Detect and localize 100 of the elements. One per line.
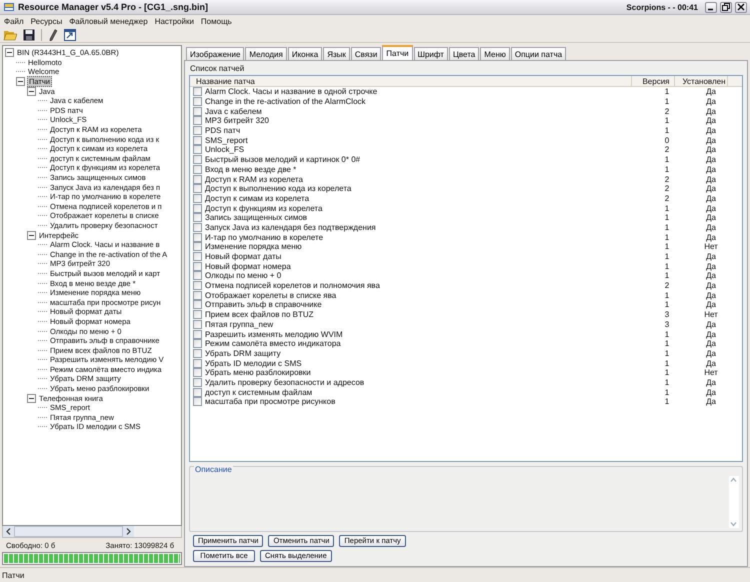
checkbox[interactable]	[193, 213, 202, 222]
pencil-icon[interactable]	[48, 28, 58, 40]
checkbox[interactable]	[193, 368, 202, 378]
patch-name: Доступ к RAM из корелета	[205, 174, 303, 184]
checkbox[interactable]	[193, 242, 202, 252]
vertical-scrollbar[interactable]	[729, 476, 739, 528]
caption-text: Scorpions - - 00:41	[626, 2, 698, 12]
scroll-right-icon[interactable]	[126, 528, 131, 535]
scroll-up-icon[interactable]	[729, 476, 738, 484]
patch-name: Change in the re-activation of the AlarmClock	[205, 97, 366, 106]
version-cell: 1	[664, 378, 670, 387]
version-cell: 1	[664, 222, 670, 232]
checkbox[interactable]	[193, 97, 202, 106]
menu-item[interactable]: Файл	[4, 16, 24, 26]
installed-cell: Да	[706, 330, 716, 339]
installed-cell: Да	[706, 378, 716, 387]
version-cell: 2	[664, 145, 670, 154]
column-header[interactable]: Версия	[632, 76, 675, 86]
version-cell: 1	[664, 271, 670, 280]
version-cell: 1	[664, 155, 670, 164]
checkbox[interactable]	[193, 271, 202, 280]
version-cell: 1	[664, 330, 670, 339]
patch-name: PDS патч	[205, 126, 240, 136]
menu-item[interactable]: Файловый менеджер	[69, 16, 148, 26]
version-cell: 1	[664, 126, 670, 136]
checkbox[interactable]	[193, 232, 202, 242]
version-cell: 1	[664, 290, 670, 300]
checkbox[interactable]	[193, 155, 202, 164]
save-icon[interactable]	[23, 28, 35, 40]
column-header[interactable]: Установлен	[675, 76, 728, 86]
tab[interactable]: Связи	[350, 47, 382, 60]
tab[interactable]: Меню	[480, 47, 510, 60]
checkbox[interactable]	[193, 378, 202, 387]
collapse-icon[interactable]	[27, 394, 36, 403]
checkbox[interactable]	[193, 145, 202, 154]
version-cell: 1	[664, 252, 670, 262]
patch-name: Быстрый вызов мелодий и картинок 0* 0#	[205, 155, 360, 164]
checkbox[interactable]	[193, 204, 202, 213]
menu-item[interactable]: Ресурсы	[30, 16, 62, 26]
tab[interactable]: Язык	[323, 47, 350, 60]
checkbox[interactable]	[193, 290, 202, 300]
tab[interactable]: Патчи	[382, 45, 413, 60]
checkbox[interactable]	[193, 339, 202, 348]
patch-name: Отмена подписей корелетов и полномочия ява	[205, 281, 380, 290]
patch-name: И-тар по умолчанию в корелете	[205, 232, 324, 242]
scroll-down-icon[interactable]	[729, 520, 738, 528]
checkbox[interactable]	[193, 348, 202, 358]
patch-name: Отправить эльф в справочнике	[205, 300, 322, 310]
patch-name: Доступ к симам из корелета	[205, 194, 310, 203]
tab[interactable]: Опции патча	[510, 47, 566, 60]
checkbox[interactable]	[193, 136, 202, 145]
patch-name: Вход в меню везде две *	[205, 164, 296, 174]
checkbox[interactable]	[193, 397, 202, 406]
version-cell: 0	[664, 136, 670, 145]
patch-name: Убрать меню разблокировки	[205, 368, 311, 378]
version-cell: 1	[664, 87, 670, 96]
version-cell: 1	[664, 262, 670, 271]
checkbox[interactable]	[193, 184, 202, 194]
tab[interactable]: Цвета	[448, 47, 480, 60]
column-header[interactable]: Название патча	[190, 76, 632, 86]
checkbox[interactable]	[193, 252, 202, 262]
installed-cell: Да	[706, 213, 716, 222]
menu-item[interactable]: Настройки	[154, 16, 194, 26]
menu-item[interactable]: Помощь	[200, 16, 232, 26]
export-icon[interactable]	[64, 28, 76, 40]
checkbox[interactable]	[193, 310, 202, 320]
checkbox[interactable]	[193, 174, 202, 184]
installed-cell: Да	[706, 271, 716, 280]
tab[interactable]: Мелодия	[245, 47, 287, 60]
checkbox[interactable]	[193, 330, 202, 339]
version-cell: 2	[664, 184, 670, 194]
scroll-left-icon[interactable]	[6, 528, 11, 535]
patch-name: Отображает корелеты в списке ява	[205, 290, 336, 300]
version-cell: 2	[664, 174, 670, 184]
checkbox[interactable]	[193, 388, 202, 397]
collapse-icon[interactable]	[5, 48, 14, 58]
horizontal-scrollbar[interactable]	[2, 526, 182, 538]
checkbox[interactable]	[193, 106, 202, 116]
collapse-icon[interactable]	[27, 86, 36, 96]
installed-cell: Да	[706, 164, 716, 174]
checkbox[interactable]	[193, 358, 202, 368]
checkbox[interactable]	[193, 262, 202, 271]
installed-cell: Да	[706, 388, 716, 397]
installed-cell: Да	[706, 252, 716, 262]
tab[interactable]: Шрифт	[414, 47, 448, 60]
checkbox[interactable]	[193, 281, 202, 290]
checkbox[interactable]	[193, 116, 202, 126]
checkbox[interactable]	[193, 164, 202, 174]
checkbox[interactable]	[193, 126, 202, 136]
checkbox[interactable]	[193, 87, 202, 96]
open-folder-icon[interactable]	[3, 28, 17, 40]
checkbox[interactable]	[193, 194, 202, 203]
tab[interactable]: Иконка	[288, 47, 322, 60]
checkbox[interactable]	[193, 222, 202, 232]
collapse-icon[interactable]	[27, 230, 36, 240]
checkbox[interactable]	[193, 320, 202, 329]
installed-cell: Да	[706, 232, 716, 242]
collapse-icon[interactable]	[16, 77, 25, 86]
checkbox[interactable]	[193, 300, 202, 310]
tab[interactable]: Изображение	[186, 47, 244, 60]
